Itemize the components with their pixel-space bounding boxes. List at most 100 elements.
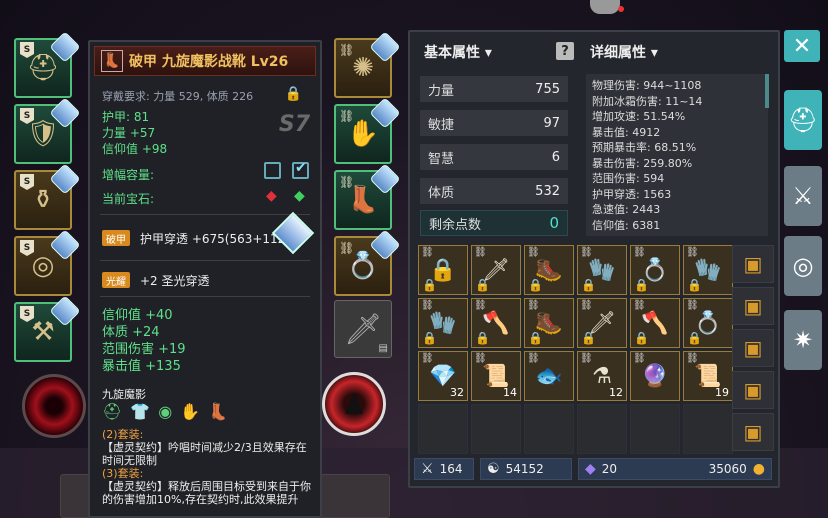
detail-row: 急速值: 2443 bbox=[592, 203, 661, 216]
inventory-cell[interactable]: ⛓ 💍 🔒 bbox=[630, 245, 680, 295]
tab-equipment-helmet-icon[interactable]: ⛑ bbox=[784, 90, 822, 150]
inventory-cell[interactable] bbox=[577, 404, 627, 454]
amulet-icon: ✺ bbox=[352, 53, 374, 83]
soul-icon: ☯ bbox=[487, 461, 500, 477]
detail-scrollbar[interactable] bbox=[765, 74, 769, 108]
avatar[interactable] bbox=[590, 0, 624, 14]
amplify-checkbox[interactable] bbox=[264, 162, 281, 179]
inventory-cell[interactable]: ⛓ 🗡 🔒 bbox=[471, 245, 521, 295]
scythe-icon: ⚒ bbox=[31, 317, 55, 347]
bag-icon[interactable]: ▣ bbox=[732, 287, 774, 325]
affix-tag: 破甲 bbox=[102, 230, 130, 246]
bag-icon[interactable]: ▣ bbox=[732, 371, 774, 409]
item-icon: 📜 bbox=[482, 363, 510, 389]
inventory-cell[interactable] bbox=[683, 404, 733, 454]
inventory-cell[interactable] bbox=[418, 404, 468, 454]
armor-icon: 🛡 bbox=[26, 119, 60, 149]
equip-slot-gloves[interactable]: ⛓ ✋ bbox=[334, 97, 401, 164]
tab-shield-icon[interactable]: ◎ bbox=[784, 236, 822, 296]
chain-icon: ⛓ bbox=[527, 300, 540, 311]
inventory-cell[interactable]: ⛓ 🐟 bbox=[524, 351, 574, 401]
amplify-label: 增幅容量: bbox=[102, 168, 155, 182]
inventory-cell[interactable]: ⛓ 🔒 🔒 bbox=[418, 245, 468, 295]
gloves-icon: ✋ bbox=[180, 402, 201, 421]
inventory-cell[interactable]: ⛓ 🔮 bbox=[630, 351, 680, 401]
lock-icon: 🔒 bbox=[687, 278, 702, 292]
skill-orb-right[interactable]: ♟ bbox=[322, 372, 386, 436]
lock-icon: 🔒 bbox=[422, 331, 437, 345]
bag-icon[interactable]: ▣ bbox=[732, 245, 774, 283]
slot-badge-icon: ▤ bbox=[378, 343, 388, 354]
hotbar-slot[interactable] bbox=[312, 474, 390, 518]
skill-orb-left[interactable] bbox=[22, 374, 86, 438]
weapon-slot[interactable]: 🗡 ▤ bbox=[334, 300, 392, 358]
item-count: 14 bbox=[503, 386, 517, 399]
item-header: 👢 破甲 九旋魔影战靴 Lv26 bbox=[94, 46, 316, 76]
remaining-points: 剩余点数 0 bbox=[420, 210, 568, 236]
currency-crystal-gold: ◆ 20 35060 ● bbox=[578, 458, 772, 480]
character-silhouette-icon: ♟ bbox=[341, 387, 367, 421]
equip-slot-ring[interactable]: S ◎ bbox=[14, 229, 81, 296]
equip-slot-helmet[interactable]: S ⛑ bbox=[14, 31, 81, 98]
chain-icon: ⛓ bbox=[421, 300, 434, 311]
inventory-cell[interactable]: ⛓ 🪓 🔒 bbox=[630, 298, 680, 348]
affix-text: +2 圣光穿透 bbox=[140, 274, 210, 288]
equip-slot-boots[interactable]: ⛓ 👢 bbox=[334, 163, 401, 230]
gold-coin-icon: ● bbox=[752, 461, 765, 477]
inventory-cell[interactable]: ⛓ 💎 32 bbox=[418, 351, 468, 401]
inventory-cell[interactable] bbox=[630, 404, 680, 454]
detail-row: 暴击伤害: 259.80% bbox=[592, 156, 693, 170]
chain-icon: ⛓ bbox=[474, 353, 487, 364]
inventory-cell[interactable]: ⛓ 🧤 🔒 bbox=[418, 298, 468, 348]
inventory-cell[interactable]: ⛓ 🧤 🔒 bbox=[577, 245, 627, 295]
basic-attributes-tab[interactable]: 基本属性 ▾ bbox=[424, 42, 492, 62]
divider bbox=[100, 214, 310, 215]
crystal-icon: ◆ bbox=[585, 461, 596, 477]
amplify-checkbox-checked[interactable] bbox=[292, 160, 309, 179]
bag-icon[interactable]: ▣ bbox=[732, 329, 774, 367]
detail-attributes-tab[interactable]: 详细属性 ▾ bbox=[590, 42, 658, 62]
chain-icon: ⛓ bbox=[527, 247, 540, 258]
close-button[interactable]: ✕ bbox=[784, 30, 820, 62]
lock-icon: 🔒 bbox=[634, 331, 649, 345]
chain-icon: ⛓ bbox=[580, 247, 593, 258]
inventory-cell[interactable]: ⛓ 🥾 🔒 bbox=[524, 298, 574, 348]
boot-icon: 👢 bbox=[101, 50, 123, 72]
set-bonus-line: 的伤害增加10%,存在契约时,此效果提升 bbox=[102, 493, 299, 506]
inventory-cell[interactable]: ⛓ 🪓 🔒 bbox=[471, 298, 521, 348]
help-icon[interactable]: ? bbox=[556, 42, 574, 60]
bag-icon[interactable]: ▣ bbox=[732, 413, 774, 451]
inventory-cell[interactable] bbox=[471, 404, 521, 454]
inventory-cell[interactable]: ⛓ 💍 🔒 bbox=[683, 298, 733, 348]
belt-icon: ⚱ bbox=[32, 185, 54, 215]
gloves-icon: ✋ bbox=[346, 119, 380, 149]
inventory-cell[interactable]: ⛓ ⚗ 12 bbox=[577, 351, 627, 401]
diamond-icon bbox=[271, 211, 315, 255]
inventory-cell[interactable]: ⛓ 🥾 🔒 bbox=[524, 245, 574, 295]
attr-value: 97 bbox=[543, 115, 560, 131]
inventory-cell[interactable]: ⛓ 🧤 🔒 bbox=[683, 245, 733, 295]
bonus-stat: 暴击值 +135 bbox=[102, 359, 181, 374]
item-count: 12 bbox=[609, 386, 623, 399]
inventory-cell[interactable] bbox=[524, 404, 574, 454]
item-stat: 护甲: 81 bbox=[102, 110, 150, 124]
inventory-cell[interactable]: ⛓ 🗡 🔒 bbox=[577, 298, 627, 348]
equip-slot-belt[interactable]: S ⚱ bbox=[14, 163, 81, 230]
set-bonus-line: 【虚灵契约】释放后周围目标受到来自于你 bbox=[102, 480, 311, 493]
detail-attributes-list[interactable]: 物理伤害: 944~1108 附加冰霜伤害: 11~14 增加攻速: 51.54… bbox=[586, 74, 768, 236]
tab-gear-icon[interactable]: ✷ bbox=[784, 310, 822, 370]
bag-column: ▣ ▣ ▣ ▣ ▣ bbox=[732, 245, 774, 451]
inventory-cell[interactable]: ⛓ 📜 19 bbox=[683, 351, 733, 401]
boots-icon: 👢 bbox=[346, 185, 380, 215]
tab-weapons-icon[interactable]: ⚔ bbox=[784, 166, 822, 226]
equip-slot-armor[interactable]: S 🛡 bbox=[14, 97, 81, 164]
detail-row: 暴击值: 4912 bbox=[592, 125, 661, 139]
equip-slot-weapon[interactable]: S ⚒ bbox=[14, 295, 81, 362]
equip-slot-amulet[interactable]: ⛓ ✺ bbox=[334, 31, 401, 98]
divider bbox=[100, 260, 310, 261]
equip-slot-ring2[interactable]: ⛓ 💍 bbox=[334, 229, 401, 296]
inventory-cell[interactable]: ⛓ 📜 14 bbox=[471, 351, 521, 401]
chain-icon: ⛓ bbox=[633, 353, 646, 364]
attr-value: 532 bbox=[535, 183, 560, 199]
lock-icon[interactable]: 🔒 bbox=[285, 86, 302, 102]
